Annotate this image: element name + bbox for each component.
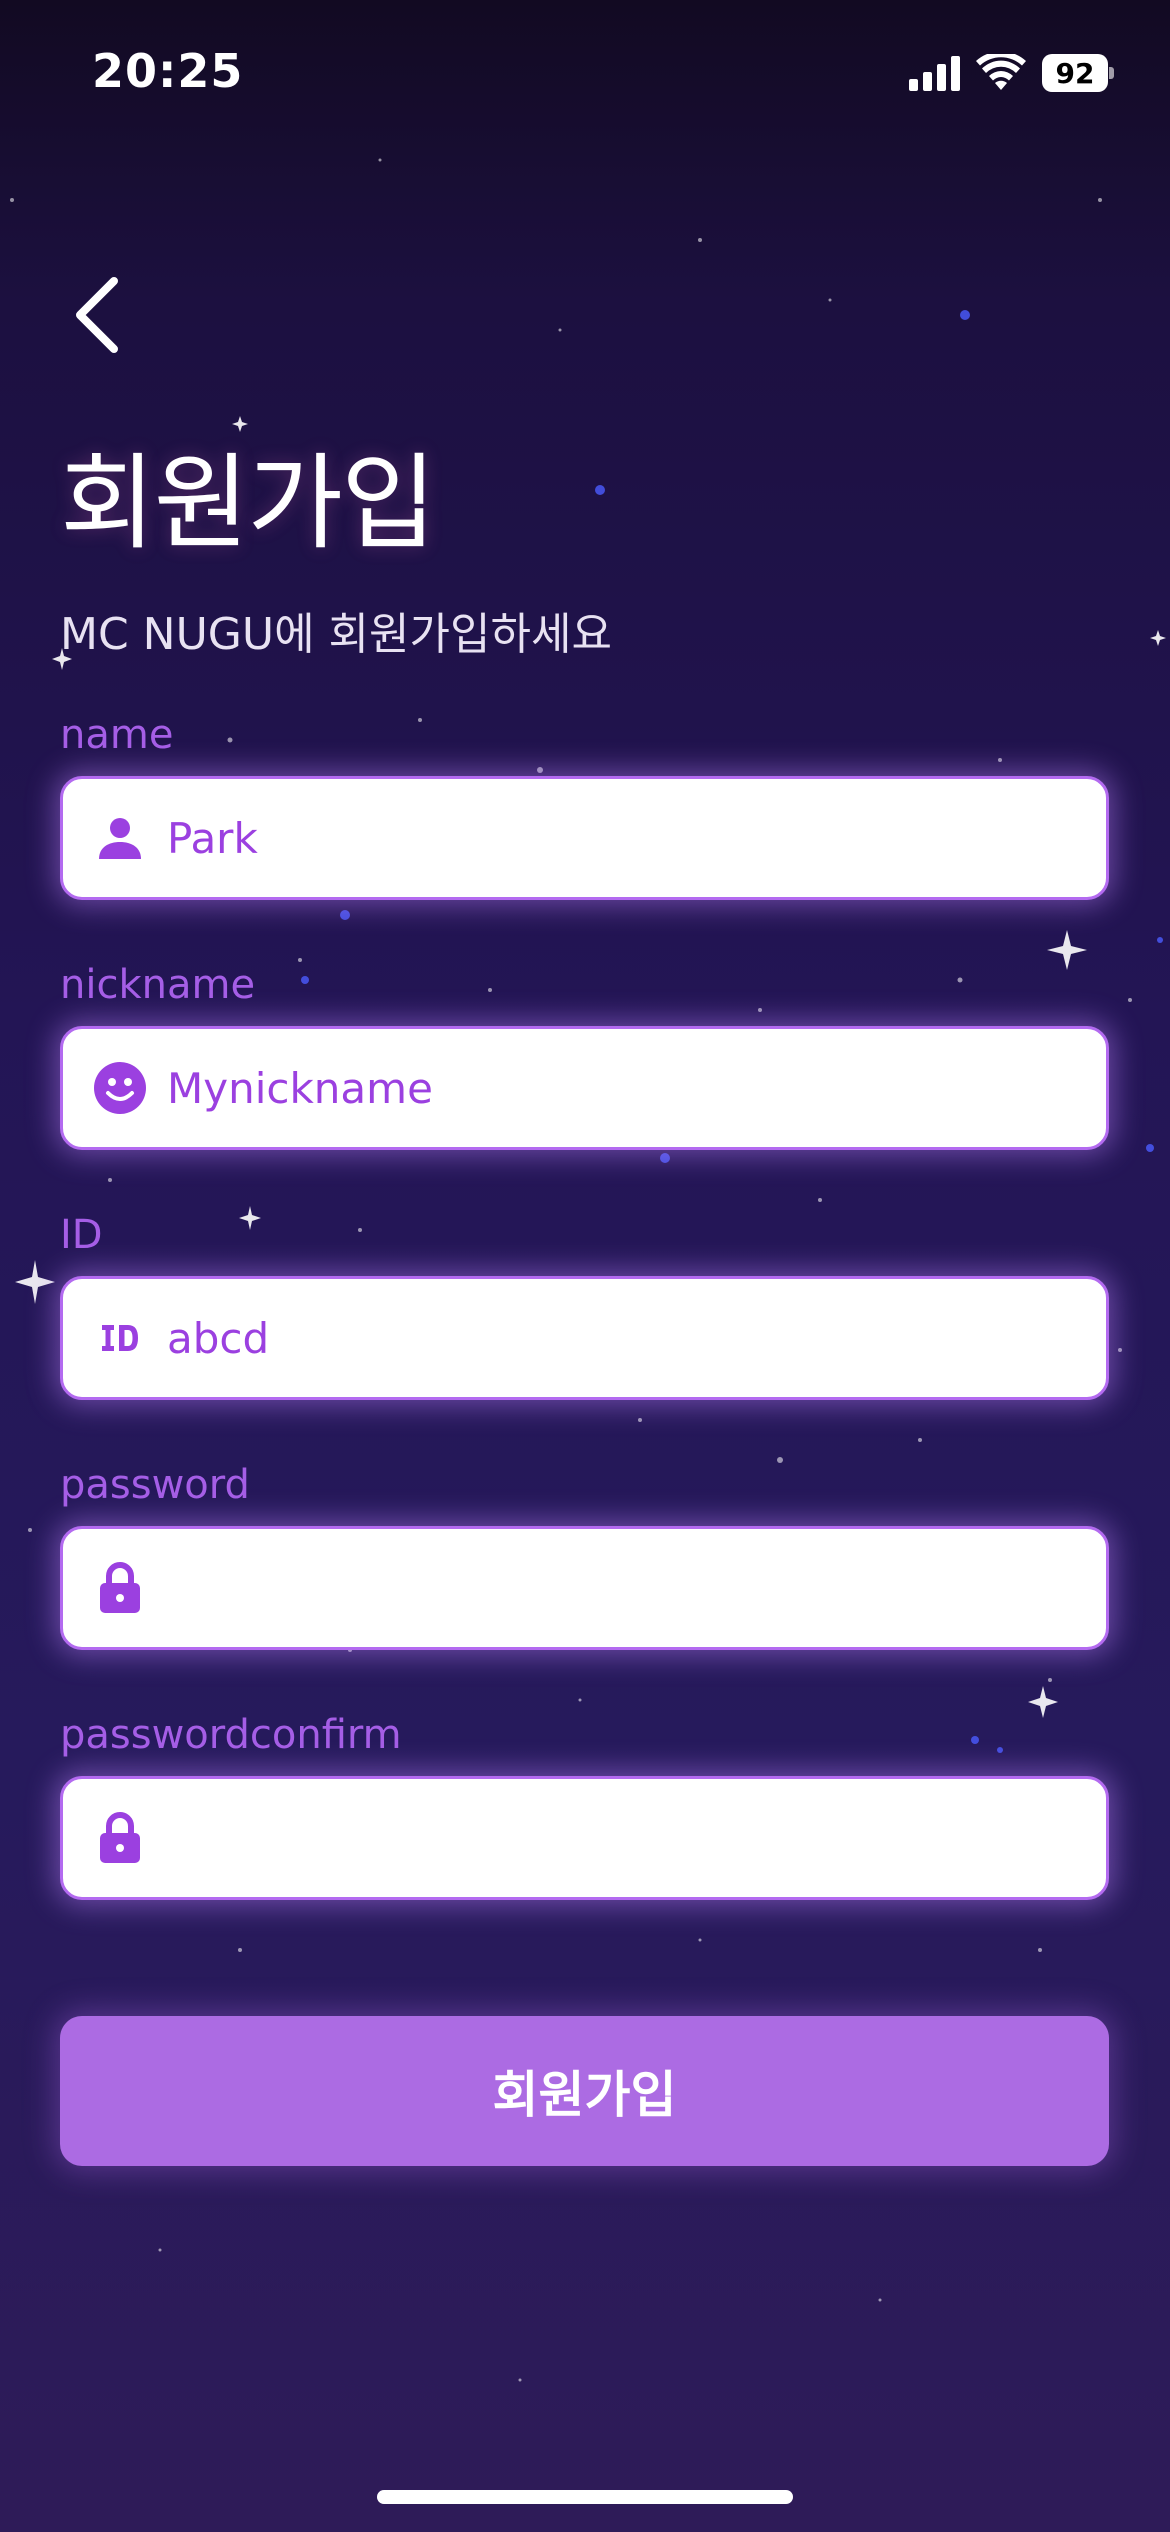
id-value: abcd (167, 1313, 270, 1363)
wifi-icon (976, 54, 1026, 90)
smiley-icon (93, 1061, 147, 1115)
status-indicators: 92 (909, 52, 1114, 94)
home-indicator (377, 2490, 793, 2504)
nickname-input[interactable]: Mynickname (60, 1026, 1109, 1150)
password-confirm-input[interactable] (60, 1776, 1109, 1900)
nickname-label: nickname (60, 962, 256, 1008)
nickname-value: Mynickname (167, 1063, 433, 1113)
name-value: Park (167, 813, 258, 863)
lock-icon (93, 1811, 147, 1865)
page-subtitle: MC NUGU에 회원가입하세요 (60, 609, 612, 660)
back-button[interactable] (72, 270, 142, 360)
id-icon (93, 1311, 147, 1365)
id-input[interactable]: abcd (60, 1276, 1109, 1400)
page-title: 회원가입 (60, 442, 437, 564)
status-bar: 20:25 92 (0, 0, 1170, 150)
cellular-signal-icon (909, 55, 960, 91)
name-input[interactable]: Park (60, 776, 1109, 900)
battery-icon: 92 (1042, 54, 1114, 92)
password-input[interactable] (60, 1526, 1109, 1650)
status-time: 20:25 (92, 44, 244, 98)
person-icon (93, 811, 147, 865)
password-label: password (60, 1462, 250, 1508)
name-label: name (60, 712, 174, 758)
signup-button[interactable]: 회원가입 (60, 2016, 1109, 2166)
password-confirm-label: passwordconfirm (60, 1712, 402, 1758)
battery-level: 92 (1042, 54, 1108, 92)
lock-icon (93, 1561, 147, 1615)
chevron-left-icon (76, 277, 118, 353)
id-label: ID (60, 1212, 103, 1258)
